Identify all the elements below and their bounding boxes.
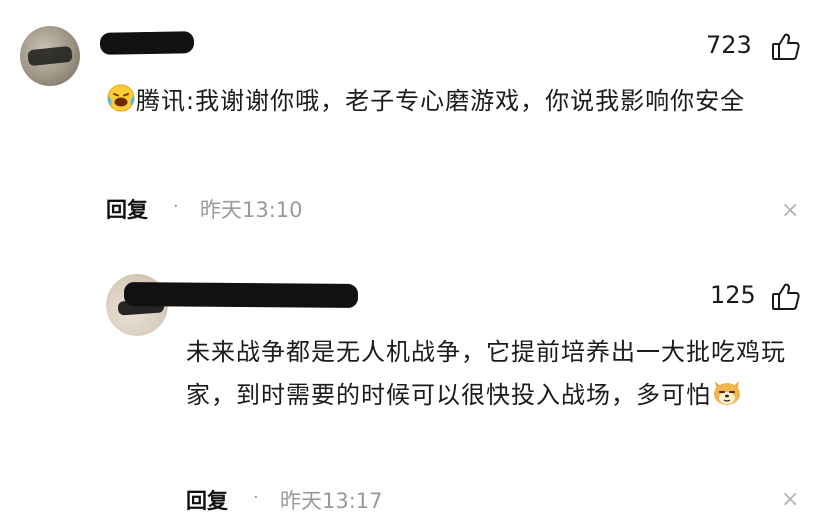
- commenter-name-redacted[interactable]: [123, 281, 359, 309]
- shiba-dog-face-icon: [711, 377, 743, 421]
- like-count: 125: [710, 281, 756, 309]
- laughing-crying-face-icon: [106, 83, 136, 127]
- comment-text: 未来战争都是无人机战争，它提前培养出一大批吃鸡玩家，到时需要的时候可以很快投入战…: [186, 338, 786, 409]
- comment-text-block: 腾讯:我谢谢你哦，老子专心磨游戏，你说我影响你安全: [106, 80, 786, 127]
- thumbs-up-icon[interactable]: [770, 31, 802, 63]
- close-icon[interactable]: ×: [781, 200, 799, 222]
- thumbs-up-icon[interactable]: [770, 281, 802, 313]
- commenter-name-redacted[interactable]: [99, 31, 195, 55]
- like-count: 723: [706, 31, 752, 59]
- comment-timestamp: 昨天13:10: [200, 198, 303, 222]
- reply-button[interactable]: 回复: [186, 485, 228, 515]
- commenter-avatar[interactable]: [20, 26, 80, 86]
- meta-separator: ·: [173, 196, 179, 217]
- meta-separator: ·: [253, 487, 259, 508]
- avatar-redaction: [27, 45, 73, 67]
- reply-button[interactable]: 回复: [106, 194, 148, 224]
- comment-timestamp: 昨天13:17: [280, 489, 383, 513]
- close-icon[interactable]: ×: [781, 489, 799, 511]
- comment-text-block: 未来战争都是无人机战争，它提前培养出一大批吃鸡玩家，到时需要的时候可以很快投入战…: [186, 331, 790, 421]
- comment-text: 腾讯:我谢谢你哦，老子专心磨游戏，你说我影响你安全: [136, 87, 746, 115]
